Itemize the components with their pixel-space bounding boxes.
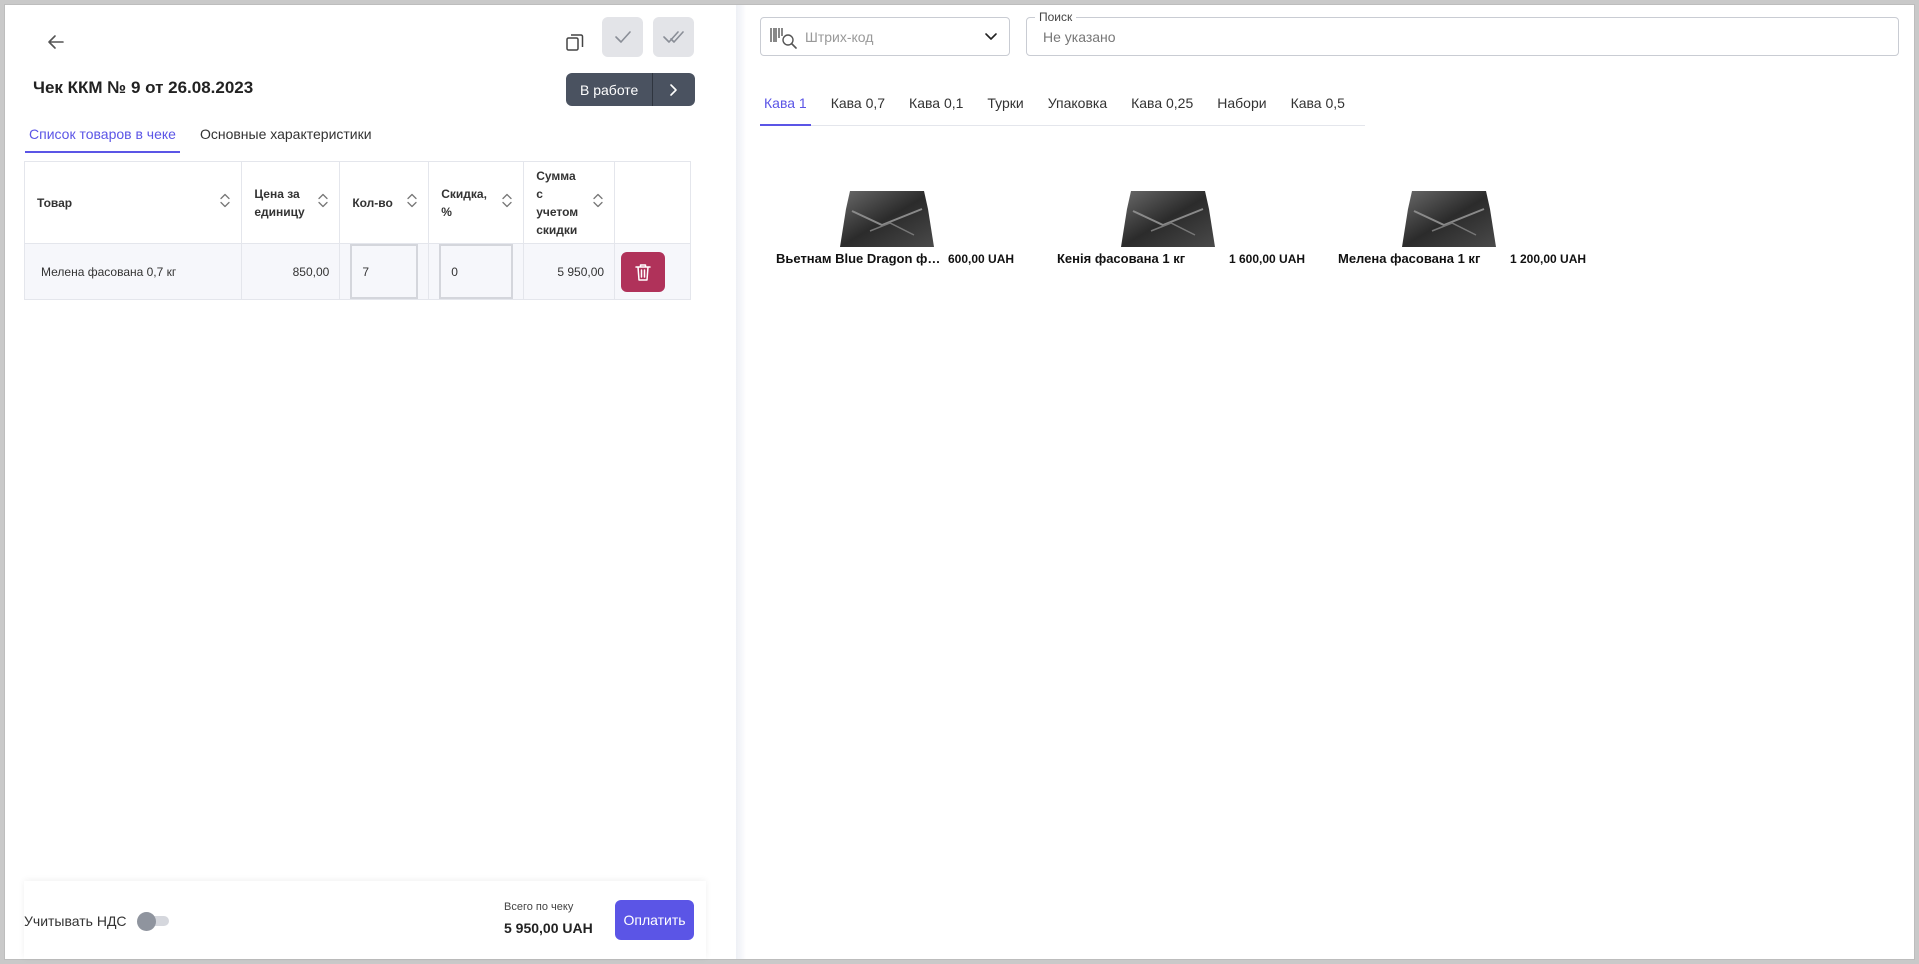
sort-icon[interactable] bbox=[406, 191, 418, 214]
total-value: 5 950,00 UAH bbox=[504, 920, 593, 936]
arrow-left-icon bbox=[48, 35, 64, 49]
trash-icon bbox=[635, 263, 651, 281]
table-row[interactable]: Мелена фасована 0,7 кг 850,00 7 0 5 950,… bbox=[23, 243, 691, 300]
qty-input[interactable]: 7 bbox=[350, 244, 419, 299]
status-label[interactable]: В работе bbox=[566, 73, 654, 106]
product-name: Мелена фасована 1 кг bbox=[1338, 251, 1481, 266]
tab-category-3[interactable]: Кава 0,1 bbox=[905, 89, 967, 125]
column-header-actions bbox=[614, 161, 691, 244]
receipt-tabs: Список товаров в чеке Основные характери… bbox=[25, 117, 392, 153]
tab-main-properties[interactable]: Основные характеристики bbox=[196, 117, 376, 153]
product-card[interactable]: Кенія фасована 1 кг 1 600,00 UAH bbox=[1041, 191, 1322, 271]
cell-price: 850,00 bbox=[241, 243, 341, 300]
product-price: 1 200,00 UAH bbox=[1510, 252, 1587, 266]
product-price: 1 600,00 UAH bbox=[1229, 252, 1306, 266]
sort-icon[interactable] bbox=[592, 191, 604, 214]
coffee-bag-image bbox=[1121, 191, 1215, 247]
barcode-field[interactable]: Штрих-код bbox=[760, 17, 1010, 56]
table-header-row: Товар Цена за единицу Кол-во Скидка, % С… bbox=[23, 161, 691, 244]
product-grid: Вьетнам Blue Dragon фасована 1 кг 600,00… bbox=[760, 191, 1603, 271]
column-header-sum[interactable]: Сумма с учетом скидки bbox=[523, 161, 616, 244]
barcode-icon bbox=[770, 27, 797, 49]
tab-items-list[interactable]: Список товаров в чеке bbox=[25, 117, 180, 153]
cell-discount: 0 bbox=[428, 243, 525, 300]
app-window: Чек ККМ № 9 от 26.08.2023 В работе Списо… bbox=[4, 4, 1915, 960]
panel-divider[interactable] bbox=[736, 5, 746, 959]
search-label: Поиск bbox=[1035, 10, 1077, 24]
items-table: Товар Цена за единицу Кол-во Скидка, % С… bbox=[23, 161, 691, 300]
tab-category-1[interactable]: Кава 1 bbox=[760, 89, 811, 126]
search-placeholder: Не указано bbox=[1043, 29, 1116, 45]
post-button[interactable] bbox=[602, 17, 643, 57]
product-name: Вьетнам Blue Dragon фасована 1 кг bbox=[776, 251, 944, 266]
column-header-price[interactable]: Цена за единицу bbox=[241, 161, 341, 244]
product-card[interactable]: Вьетнам Blue Dragon фасована 1 кг 600,00… bbox=[760, 191, 1041, 271]
cell-sum: 5 950,00 bbox=[523, 243, 616, 300]
tab-category-4[interactable]: Турки bbox=[983, 89, 1027, 125]
cell-qty: 7 bbox=[339, 243, 430, 300]
receipt-footer: Учитывать НДС Всего по чеку 5 950,00 UAH… bbox=[24, 881, 706, 959]
post-and-close-button[interactable] bbox=[653, 17, 694, 57]
total-label: Всего по чеку bbox=[504, 901, 574, 913]
sort-icon[interactable] bbox=[501, 191, 513, 214]
status-next-button[interactable] bbox=[653, 73, 696, 106]
product-price: 600,00 UAH bbox=[948, 252, 1015, 266]
copy-button[interactable] bbox=[557, 24, 593, 60]
tab-category-2[interactable]: Кава 0,7 bbox=[827, 89, 889, 125]
product-card[interactable]: Мелена фасована 1 кг 1 200,00 UAH bbox=[1322, 191, 1603, 271]
coffee-bag-image bbox=[1402, 191, 1496, 247]
sort-icon[interactable] bbox=[317, 191, 329, 214]
coffee-bag-image bbox=[840, 191, 934, 247]
chevron-down-icon bbox=[985, 33, 997, 40]
search-input[interactable]: Поиск Не указано bbox=[1026, 10, 1899, 56]
delete-row-button[interactable] bbox=[621, 251, 666, 292]
tab-category-5[interactable]: Упаковка bbox=[1044, 89, 1111, 125]
status-selector[interactable]: В работе bbox=[566, 73, 696, 106]
category-tabs: Кава 1 Кава 0,7 Кава 0,1 Турки Упаковка … bbox=[760, 89, 1365, 126]
check-icon bbox=[614, 31, 631, 43]
barcode-mode-dropdown[interactable] bbox=[973, 32, 1009, 41]
vat-toggle[interactable] bbox=[137, 912, 171, 931]
back-button[interactable] bbox=[38, 24, 74, 60]
chevron-right-icon bbox=[670, 83, 678, 96]
cell-product: Мелена фасована 0,7 кг bbox=[23, 243, 243, 300]
tab-category-7[interactable]: Набори bbox=[1213, 89, 1270, 125]
page-title: Чек ККМ № 9 от 26.08.2023 bbox=[33, 78, 254, 97]
catalog-panel: Штрих-код Поиск Не указано Кава 1 Кава 0… bbox=[746, 5, 1914, 959]
receipt-panel: Чек ККМ № 9 от 26.08.2023 В работе Списо… bbox=[5, 5, 736, 959]
product-name: Кенія фасована 1 кг bbox=[1057, 251, 1186, 266]
cell-actions bbox=[614, 243, 691, 300]
column-header-discount[interactable]: Скидка, % bbox=[428, 161, 525, 244]
vat-label: Учитывать НДС bbox=[24, 913, 127, 929]
barcode-placeholder: Штрих-код bbox=[805, 28, 874, 45]
copy-icon bbox=[566, 34, 584, 51]
column-header-product[interactable]: Товар bbox=[23, 161, 243, 244]
sort-icon[interactable] bbox=[219, 191, 231, 214]
pay-button[interactable]: Оплатить bbox=[615, 900, 694, 940]
column-header-qty[interactable]: Кол-во bbox=[339, 161, 430, 244]
tab-category-6[interactable]: Кава 0,25 bbox=[1127, 89, 1197, 125]
double-check-icon bbox=[662, 31, 684, 43]
discount-input[interactable]: 0 bbox=[439, 244, 514, 299]
tab-category-8[interactable]: Кава 0,5 bbox=[1287, 89, 1349, 125]
